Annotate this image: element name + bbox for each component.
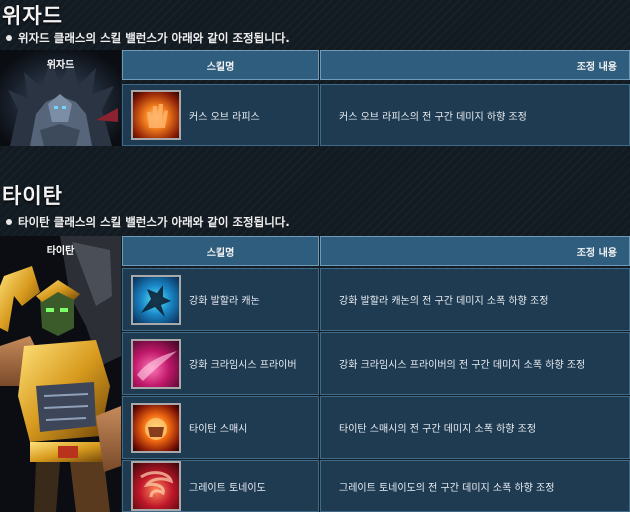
bullet-icon — [6, 218, 12, 225]
valhalla-cannon-icon — [131, 274, 181, 325]
titan-skill-change: 강화 크라임시스 프라이버의 전 구간 데미지 소폭 하향 조정 — [320, 332, 630, 395]
great-tornado-icon — [131, 461, 181, 511]
titan-description-text: 타이탄 클래스의 스킬 밸런스가 아래와 같이 조정됩니다. — [18, 215, 290, 229]
titan-skill-change: 그레이트 토네이도의 전 구간 데미지 소폭 하향 조정 — [320, 460, 630, 512]
titan-skill-change: 강화 발할라 캐논의 전 구간 데미지 소폭 하향 조정 — [320, 268, 630, 331]
titan-change-header: 조정 내용 — [320, 236, 630, 266]
titan-skill-name: 강화 크라임시스 프라이버 — [189, 360, 297, 371]
wizard-section-description: 위자드 클래스의 스킬 밸런스가 아래와 같이 조정됩니다. — [6, 30, 290, 46]
titan-character-art — [0, 236, 121, 512]
wizard-description-text: 위자드 클래스의 스킬 밸런스가 아래와 같이 조정됩니다. — [18, 31, 290, 45]
titan-character-label: 타이탄 — [46, 246, 75, 257]
titan-smash-icon — [131, 402, 181, 453]
titan-section-title: 타이탄 — [2, 184, 63, 208]
crimesis-driver-icon — [131, 338, 181, 389]
titan-skill-name: 강화 발할라 캐논 — [189, 296, 260, 307]
titan-skill-name: 그레이트 토네이도 — [189, 482, 266, 494]
curse-of-lapis-icon — [131, 90, 181, 140]
titan-character-panel: 타이탄 — [0, 236, 121, 512]
titan-skill-cell: 그레이트 토네이도 — [122, 460, 319, 512]
wizard-character-panel: 위자드 — [0, 50, 121, 146]
wizard-skill-name-header: 스킬명 — [122, 50, 319, 80]
wizard-section-title: 위자드 — [2, 4, 63, 28]
titan-skill-cell: 강화 크라임시스 프라이버 — [122, 332, 319, 395]
bullet-icon — [6, 34, 12, 41]
wizard-character-label: 위자드 — [46, 60, 75, 71]
wizard-skill-cell: 커스 오브 라피스 — [122, 84, 319, 146]
titan-section-description: 타이탄 클래스의 스킬 밸런스가 아래와 같이 조정됩니다. — [6, 214, 290, 230]
titan-skill-cell: 강화 발할라 캐논 — [122, 268, 319, 331]
titan-skill-name: 타이탄 스매시 — [189, 424, 248, 435]
wizard-change-header: 조정 내용 — [320, 50, 630, 80]
wizard-skill-change: 커스 오브 라피스의 전 구간 데미지 하향 조정 — [320, 84, 630, 146]
titan-skill-change: 타이탄 스매시의 전 구간 데미지 소폭 하향 조정 — [320, 396, 630, 459]
wizard-skill-name: 커스 오브 라피스 — [189, 111, 260, 123]
titan-skill-name-header: 스킬명 — [122, 236, 319, 266]
titan-skill-cell: 타이탄 스매시 — [122, 396, 319, 459]
